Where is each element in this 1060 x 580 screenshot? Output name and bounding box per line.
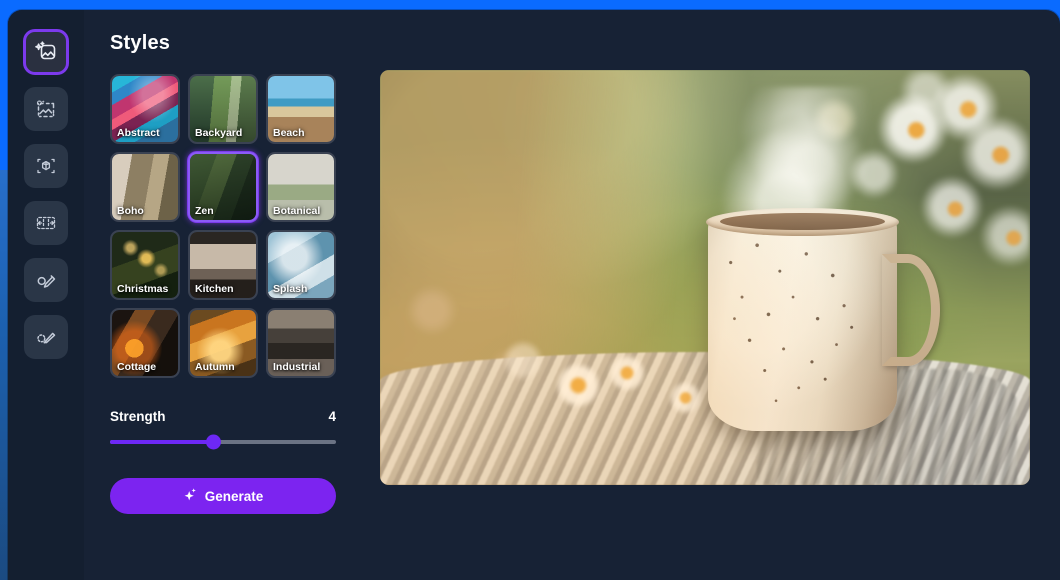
app-window: Styles Abstract Backyard Beach Boho Zen	[8, 10, 1060, 580]
style-card-industrial[interactable]: Industrial	[266, 308, 336, 378]
text-to-image-tool[interactable]	[24, 87, 68, 131]
expand-canvas-tool[interactable]	[24, 201, 68, 245]
style-card-label: Boho	[117, 205, 144, 217]
image-sparkle-icon	[34, 40, 58, 64]
style-card-label: Zen	[195, 205, 214, 217]
preview-mug	[706, 207, 941, 432]
strength-header: Strength 4	[110, 409, 336, 424]
circle-pen-icon	[34, 268, 58, 292]
style-card-label: Backyard	[195, 127, 243, 139]
page-title: Styles	[110, 32, 171, 54]
style-card-label: Christmas	[117, 283, 169, 295]
cube-frame-icon	[34, 154, 58, 178]
image-dashed-text-icon	[34, 97, 58, 121]
style-card-label: Splash	[273, 283, 308, 295]
preview-mug-coffee	[719, 212, 886, 231]
dashed-circle-brush-icon	[34, 325, 58, 349]
style-card-kitchen[interactable]: Kitchen	[188, 230, 258, 300]
sparkle-icon	[183, 487, 198, 505]
strength-label: Strength	[110, 409, 166, 424]
style-card-label: Kitchen	[195, 283, 234, 295]
style-card-splash[interactable]: Splash	[266, 230, 336, 300]
tool-rail	[8, 10, 84, 580]
three-d-tool[interactable]	[24, 144, 68, 188]
styles-grid: Abstract Backyard Beach Boho Zen Botanic…	[110, 74, 336, 378]
style-card-label: Cottage	[117, 361, 157, 373]
style-card-beach[interactable]: Beach	[266, 74, 336, 144]
style-card-label: Industrial	[273, 361, 321, 373]
generate-button[interactable]: Generate	[110, 478, 336, 514]
preview-mug-rim	[706, 207, 899, 236]
style-card-boho[interactable]: Boho	[110, 152, 180, 222]
generate-button-label: Generate	[204, 488, 264, 504]
strength-slider-fill	[110, 440, 214, 444]
style-card-label: Beach	[273, 127, 305, 139]
strength-slider[interactable]	[110, 434, 336, 450]
style-card-cottage[interactable]: Cottage	[110, 308, 180, 378]
styles-panel: Styles Abstract Backyard Beach Boho Zen	[84, 10, 352, 580]
style-card-backyard[interactable]: Backyard	[188, 74, 258, 144]
style-card-botanical[interactable]: Botanical	[266, 152, 336, 222]
style-card-autumn[interactable]: Autumn	[188, 308, 258, 378]
style-card-label: Abstract	[117, 127, 160, 139]
style-card-christmas[interactable]: Christmas	[110, 230, 180, 300]
preview-mug-speckles	[708, 215, 897, 432]
preview-image[interactable]	[380, 70, 1030, 485]
style-card-label: Botanical	[273, 205, 321, 217]
style-card-label: Autumn	[195, 361, 235, 373]
preview-area	[352, 10, 1060, 580]
generate-image-tool[interactable]	[24, 30, 68, 74]
brush-select-tool[interactable]	[24, 315, 68, 359]
expand-arrows-icon	[34, 211, 58, 235]
style-card-abstract[interactable]: Abstract	[110, 74, 180, 144]
strength-control: Strength 4	[110, 409, 336, 450]
strength-slider-thumb[interactable]	[206, 434, 222, 450]
strength-value: 4	[328, 409, 336, 424]
style-card-zen[interactable]: Zen	[188, 152, 258, 222]
object-edit-tool[interactable]	[24, 258, 68, 302]
